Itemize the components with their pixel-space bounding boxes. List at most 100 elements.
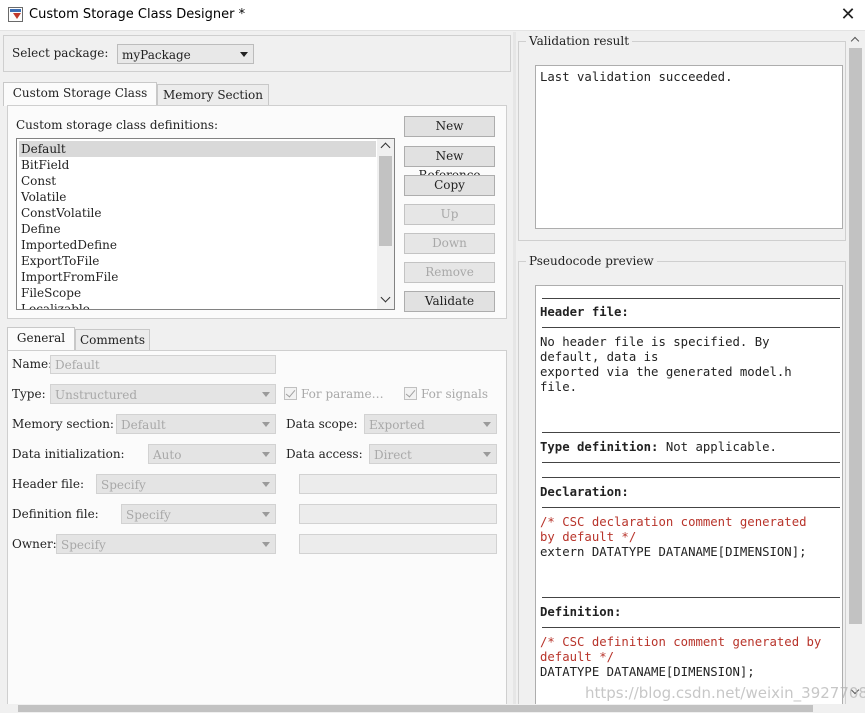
for-parameters-checkbox[interactable] [284,387,297,400]
owner-field[interactable] [299,534,497,554]
list-item[interactable]: Default [21,141,66,157]
header-line: file. [540,380,578,394]
chevron-down-icon [262,422,270,427]
chevron-down-icon [240,52,248,57]
validation-message: Last validation succeeded. [540,70,733,84]
new-reference-button[interactable]: New Reference [404,146,495,182]
divider [542,597,840,598]
watermark: https://blog.csdn.net/weixin_39277084 [585,684,865,702]
type-value: Unstructured [55,388,138,402]
list-item[interactable]: Volatile [21,189,66,205]
down-button[interactable]: Down [404,233,495,254]
data-scope-value: Exported [369,418,425,432]
list-item[interactable]: Const [21,173,56,189]
list-item[interactable]: BitField [21,157,69,173]
scrollbar-thumb[interactable] [379,156,392,246]
list-item[interactable]: ExportToFile [21,253,99,269]
data-initialization-select[interactable]: Auto [148,444,276,464]
csc-listbox[interactable]: Default BitField Const Volatile ConstVol… [16,138,395,310]
chevron-down-icon [483,422,491,427]
list-item[interactable]: Localizable [21,301,90,309]
divider [542,477,840,478]
for-signals-label: For signals [421,387,489,401]
data-access-select[interactable]: Direct [369,444,497,464]
memory-section-select[interactable]: Default [116,414,276,434]
close-icon[interactable]: ✕ [833,2,863,28]
data-access-value: Direct [374,448,412,462]
for-parameters-label: For parame… [301,387,384,401]
header-file-value: Specify [101,478,146,492]
header-file-field[interactable] [299,474,497,494]
horizontal-scrollbar[interactable] [0,704,865,713]
type-definition-line: Type definition: Not applicable. [540,440,777,454]
chevron-down-icon [262,482,270,487]
scrollbar-thumb[interactable] [849,48,862,624]
chevron-down-icon [483,452,491,457]
validation-output: Last validation succeeded. [535,65,843,229]
package-value: myPackage [122,48,191,62]
declaration-comment: /* CSC declaration comment generated [540,515,807,529]
validation-title: Validation result [526,34,633,48]
type-definition-text: Not applicable. [658,440,777,454]
chevron-down-icon[interactable] [380,292,391,303]
header-file-label: Header file: [12,477,85,491]
tab-memory-section[interactable]: Memory Section [157,84,269,106]
csc-list-label: Custom storage class definitions: [16,118,219,132]
declaration-heading: Declaration: [540,485,629,499]
type-label: Type: [12,387,46,401]
list-item[interactable]: ConstVolatile [21,205,102,221]
list-item[interactable]: Define [21,221,61,237]
declaration-code: extern DATATYPE DATANAME[DIMENSION]; [540,545,807,559]
owner-select[interactable]: Specify [56,534,276,554]
definition-file-field[interactable] [299,504,497,524]
chevron-up-icon[interactable] [380,142,391,153]
name-value: Default [55,358,100,372]
data-initialization-label: Data initialization: [12,447,125,461]
selected-row-highlight [19,141,376,157]
chevron-down-icon [262,512,270,517]
for-signals-checkbox[interactable] [404,387,417,400]
declaration-comment: by default */ [540,530,637,544]
definition-file-value: Specify [126,508,171,522]
chevron-down-icon [262,542,270,547]
remove-button[interactable]: Remove [404,262,495,283]
tab-custom-storage-class[interactable]: Custom Storage Class [3,82,157,106]
pseudocode-title: Pseudocode preview [526,254,657,268]
list-item[interactable]: ImportedDefine [21,237,117,253]
tab-comments[interactable]: Comments [75,329,150,351]
header-line: default, data is [540,350,659,364]
name-field[interactable]: Default [50,355,276,374]
splitter[interactable] [513,32,516,704]
list-item[interactable]: FileScope [21,285,81,301]
tab-general[interactable]: General [7,327,75,351]
header-line: No header file is specified. By [540,335,770,349]
app-icon [8,7,23,22]
header-file-select[interactable]: Specify [96,474,276,494]
new-button[interactable]: New [404,116,495,137]
definition-file-label: Definition file: [12,507,99,521]
divider [542,627,840,628]
chevron-up-icon[interactable] [850,36,860,46]
definition-heading: Definition: [540,605,622,619]
definition-comment: /* CSC definition comment generated by [540,635,822,649]
pseudocode-output: Header file: No header file is specified… [535,285,843,705]
window-scrollbar[interactable] [847,32,864,704]
header-file-heading: Header file: [540,305,629,319]
type-definition-heading: Type definition: [540,440,659,454]
definition-file-select[interactable]: Specify [121,504,276,524]
package-label: Select package: [12,46,109,60]
validate-button[interactable]: Validate [404,291,495,312]
memory-section-value: Default [121,418,166,432]
data-access-label: Data access: [286,447,363,461]
list-item[interactable]: ImportFromFile [21,269,118,285]
definition-code: DATATYPE DATANAME[DIMENSION]; [540,665,755,679]
memory-section-label: Memory section: [12,417,114,431]
data-scope-select[interactable]: Exported [364,414,497,434]
owner-value: Specify [61,538,106,552]
type-select[interactable]: Unstructured [50,384,276,404]
up-button[interactable]: Up [404,204,495,225]
package-select[interactable]: myPackage [117,44,254,64]
copy-button[interactable]: Copy [404,175,495,196]
list-scrollbar[interactable] [377,139,394,309]
scrollbar-thumb[interactable] [18,705,813,712]
